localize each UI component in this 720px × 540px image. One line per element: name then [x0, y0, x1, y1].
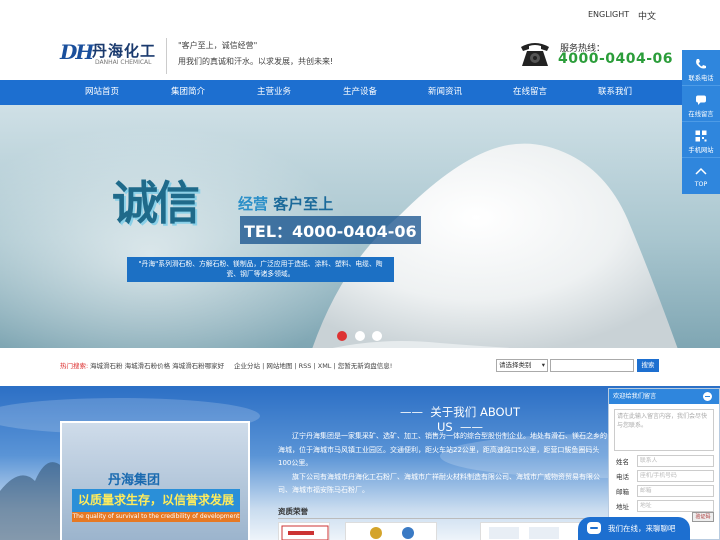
main-nav: 网站首页 集团简介 主营业务 生产设备 新闻资讯 在线留言 联系我们	[0, 80, 720, 105]
phone-field[interactable]: 电话 座机/手机号码	[614, 470, 714, 482]
language-chinese-link[interactable]: 中文	[638, 9, 656, 22]
address-field-label: 地址	[616, 503, 629, 511]
banner-calligraphy: 诚信	[112, 176, 200, 230]
side-item-phone[interactable]: 联系电话	[682, 50, 720, 86]
nav-item-home[interactable]: 网站首页	[67, 80, 137, 105]
banner-headline: 经营 客户至上	[238, 193, 333, 214]
address-field-input[interactable]: 地址	[637, 500, 714, 512]
about-paragraph-2: 旗下公司有海城市丹海化工石粉厂、海城市广祥耐火材料制造有限公司、海城市广威物资贸…	[278, 472, 600, 495]
about-paragraph-1: 辽宁丹海集团是一家集采矿、选矿、加工、销售为一体的综合型股份制企业。地处有滑石、…	[278, 432, 607, 467]
quick-links[interactable]: 企业分站 | 网站地图 | RSS | XML | 您暂无新询盘信息!	[234, 360, 392, 370]
online-chat-label: 我们在线，来聊聊吧	[608, 524, 676, 533]
certificate-image[interactable]	[278, 522, 330, 540]
qrcode-icon	[695, 130, 707, 142]
phone-field-label: 电话	[616, 473, 629, 481]
certificate-image[interactable]	[345, 522, 437, 540]
side-item-top[interactable]: TOP	[682, 158, 720, 194]
certificates-divider	[278, 518, 608, 519]
hero-banner[interactable]: 诚信 经营 客户至上 TEL：4000-0404-06 "丹海"系列滑石粉、方解…	[0, 105, 720, 348]
name-field-input[interactable]: 联系人	[637, 455, 714, 467]
photo-motto-english: The quality of survival to the credibili…	[72, 512, 240, 522]
telephone-icon	[521, 43, 549, 66]
logo-mark[interactable]: DH	[60, 40, 94, 64]
nav-item-message[interactable]: 在线留言	[495, 80, 565, 105]
hot-search-label: 热门搜索:	[60, 362, 89, 370]
photo-title: 丹海集团	[108, 473, 161, 488]
site-header: DH 丹海化工 DANHAI CHEMICAL "客户至上，诚信经营" 用我们的…	[0, 30, 720, 80]
category-select-value: 请选择类别	[499, 361, 532, 369]
nav-item-about-group[interactable]: 集团简介	[153, 80, 223, 105]
message-textarea[interactable]: 请在此输入留言内容，我们会尽快与您联系。	[614, 409, 714, 451]
name-field[interactable]: 姓名 联系人	[614, 455, 714, 467]
chevron-down-icon: ▾	[541, 361, 545, 369]
certificates-label: 资质荣誉	[278, 507, 308, 516]
side-item-phone-label: 联系电话	[688, 75, 714, 82]
banner-description: "丹海"系列滑石粉、方解石粉、镁制品，广泛应用于造纸、涂料、塑料、电缆、陶瓷、钢…	[127, 257, 394, 282]
side-item-message[interactable]: 在线留言	[682, 86, 720, 122]
phone-icon	[696, 59, 706, 69]
nav-item-business[interactable]: 主营业务	[239, 80, 309, 105]
chat-icon	[587, 522, 601, 534]
logo-english-name: DANHAI CHEMICAL	[95, 59, 152, 66]
slide-dot-1[interactable]	[337, 331, 347, 341]
logo-name[interactable]: 丹海化工	[92, 40, 156, 61]
side-item-mobile-label: 手机网站	[688, 147, 714, 154]
banner-telephone: TEL：4000-0404-06	[240, 216, 421, 244]
slogan-line-2: 用我们的真诚和汗水。以求发展，共创未来!	[178, 57, 334, 66]
nav-item-equipment[interactable]: 生产设备	[325, 80, 395, 105]
company-photo[interactable]: 丹海集团 以质量求生存，以信誉求发展 The quality of surviv…	[60, 421, 250, 540]
slogan-line-1: "客户至上，诚信经营"	[178, 41, 258, 50]
phone-field-input[interactable]: 座机/手机号码	[637, 470, 714, 482]
up-arrow-icon	[695, 167, 707, 175]
email-field-input[interactable]: 邮箱	[637, 485, 714, 497]
about-title-cn: 关于我们	[430, 405, 477, 419]
nav-item-news[interactable]: 新闻资讯	[410, 80, 480, 105]
side-item-mobile[interactable]: 手机网站	[682, 122, 720, 158]
email-field-label: 邮箱	[616, 488, 629, 496]
minimize-icon[interactable]	[703, 392, 712, 401]
hot-search-links[interactable]: 海城滑石粉 海城滑石粉价格 海城滑石粉哪家好	[90, 360, 224, 370]
about-text: 辽宁丹海集团是一家集采矿、选矿、加工、销售为一体的综合型股份制企业。地处有滑石、…	[278, 430, 608, 498]
category-select[interactable]: 请选择类别 ▾	[496, 359, 548, 372]
search-input[interactable]	[550, 359, 634, 372]
search-button[interactable]: 搜索	[637, 359, 659, 372]
slide-dot-2[interactable]	[355, 331, 365, 341]
top-bar: ENGLIGHT 中文	[0, 0, 720, 30]
language-english-link[interactable]: ENGLIGHT	[588, 10, 629, 19]
slide-dot-3[interactable]	[372, 331, 382, 341]
search-bar: 热门搜索: 海城滑石粉 海城滑石粉价格 海城滑石粉哪家好 企业分站 | 网站地图…	[0, 348, 720, 386]
header-divider	[166, 38, 167, 74]
address-field[interactable]: 地址 地址	[614, 500, 714, 512]
captcha-image[interactable]: 验证码	[692, 512, 714, 522]
side-float-toolbar: 联系电话 在线留言 手机网站 TOP	[682, 50, 720, 194]
message-icon	[696, 95, 706, 105]
online-chat-button[interactable]: 我们在线，来聊聊吧	[578, 517, 690, 540]
email-field[interactable]: 邮箱 邮箱	[614, 485, 714, 497]
side-item-top-label: TOP	[694, 181, 708, 188]
nav-item-contact[interactable]: 联系我们	[580, 80, 650, 105]
service-hotline-number: 4000-0404-06	[558, 51, 674, 67]
banner-headline-a: 经营	[238, 195, 269, 213]
side-item-message-label: 在线留言	[688, 111, 714, 118]
photo-motto: 以质量求生存，以信誉求发展	[72, 489, 240, 512]
banner-headline-b: 客户至上	[273, 195, 334, 213]
name-field-label: 姓名	[616, 458, 629, 466]
